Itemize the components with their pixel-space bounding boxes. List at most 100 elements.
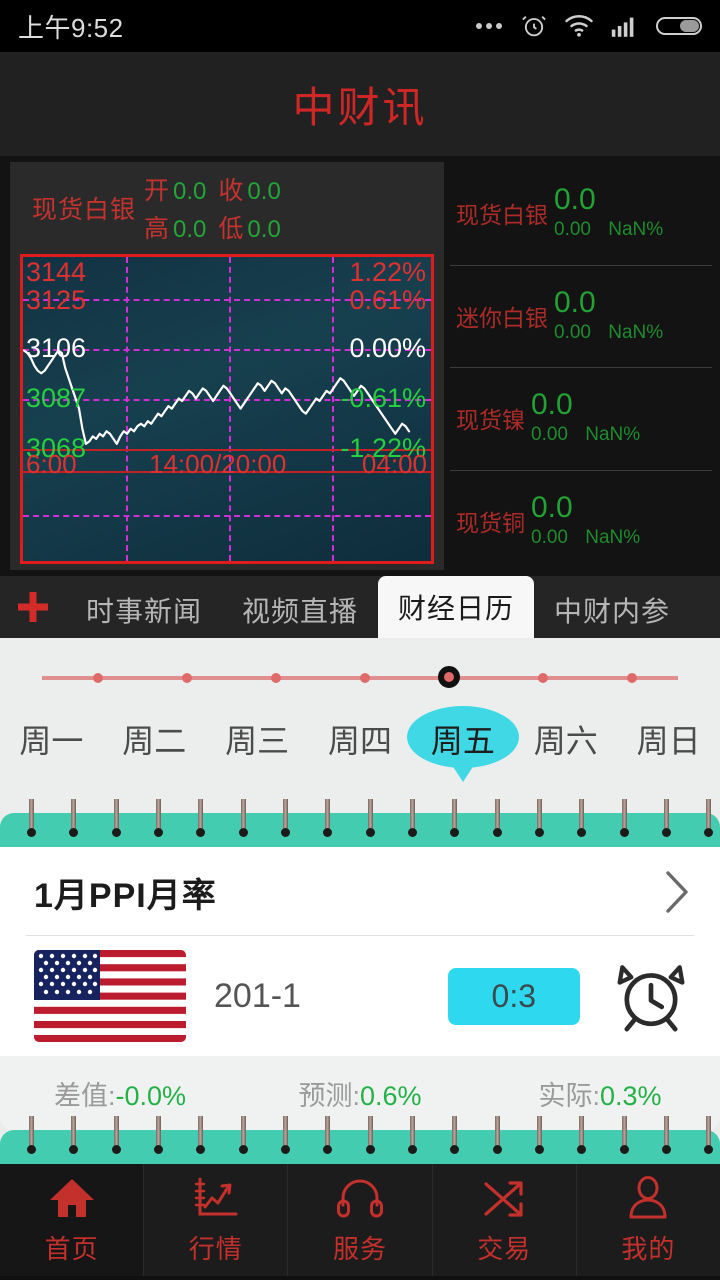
chart-instrument-name: 现货白银 [32,196,137,224]
stat-diff: 差值:-0.0% [0,1074,240,1113]
week-day-sun[interactable]: 周日 [617,704,720,774]
binder-ring [577,799,587,837]
ticker-row[interactable]: 现货白银 0.0 0.00 NaN% [450,162,712,265]
week-day-wed[interactable]: 周三 [206,704,309,774]
chart-icon [192,1175,240,1221]
chart-y-label: 3125 [26,285,87,315]
binder-ring [450,1116,460,1154]
binder-ring [662,799,672,837]
binder-ring [111,1116,121,1154]
ticker-row[interactable]: 现货镍 0.0 0.00 NaN% [450,367,712,470]
chevron-right-icon[interactable] [660,867,694,917]
week-day-sat[interactable]: 周六 [514,704,617,774]
event-title-row[interactable]: 1月PPI月率 [0,847,720,935]
ohlc-label-high: 高 [144,215,170,243]
nav-service[interactable]: 服务 [288,1164,433,1276]
ticker-row[interactable]: 现货铜 0.0 0.00 NaN% [450,469,712,573]
chart-pct-label: 0.00% [349,333,426,363]
price-chart[interactable]: 3144 3125 3106 3087 3068 1.22% 0.61% 0.0… [20,254,434,564]
ohlc-label-open: 开 [144,177,170,205]
week-day-tue[interactable]: 周二 [103,704,206,774]
tab-live[interactable]: 视频直播 [222,582,378,638]
binder-ring [450,799,460,837]
nav-trade-label: 交易 [477,1233,532,1264]
signal-icon [611,17,634,37]
binder-ring [323,799,333,837]
binder-ring [492,1116,502,1154]
binder-ring [69,799,79,837]
binder-bar-bottom [0,1116,720,1164]
ticker-pct: NaN% [608,219,664,241]
ticker-name: 现货白银 [456,202,548,229]
alarm-clock-icon[interactable] [608,953,694,1039]
stat-forecast: 预测:0.6% [240,1074,480,1113]
binder-ring [619,1116,629,1154]
week-slider-knob[interactable] [438,666,461,688]
binder-ring [196,1116,206,1154]
ticker-price: 0.0 [531,490,573,524]
binder-ring [577,1116,587,1154]
binder-ring [111,799,121,837]
binder-ring [407,799,417,837]
nav-quotes[interactable]: 行情 [144,1164,289,1276]
chart-card[interactable]: 现货白银 开 0.0 收 0.0 高 0.0 低 0.0 3144 3125 3… [10,162,444,570]
nav-home-label: 首页 [44,1233,99,1264]
person-icon [624,1175,672,1221]
calendar-section: 周一 周二 周三 周四 周五 周六 周日 1月PPI月率 201-1 0:3 差… [0,638,720,1164]
ticker-name: 现货铜 [456,509,525,536]
ohlc-value-low: 0.0 [247,216,281,243]
add-tab-button[interactable] [0,576,66,638]
ticker-price: 0.0 [554,183,596,217]
event-stats: 差值:-0.0% 预测:0.6% 实际:0.3% [0,1056,720,1130]
ticker-change: 0.00 [554,321,591,343]
binder-ring [238,799,248,837]
ticker-change: 0.00 [554,219,591,241]
us-flag-icon [34,950,186,1042]
chart-gridline-h [23,515,431,517]
chart-x-label: 04:00 [361,449,427,479]
ohlc-label-low: 低 [218,215,244,243]
binder-ring [662,1116,672,1154]
nav-trade[interactable]: 交易 [433,1164,577,1276]
plus-icon [18,592,48,622]
ticker-row[interactable]: 迷你白银 0.0 0.00 NaN% [450,264,712,368]
week-track-dot [627,673,638,683]
binder-ring [153,799,163,837]
more-dots-icon [476,23,502,29]
ticker-change: 0.00 [531,526,568,548]
week-selector[interactable]: 周一 周二 周三 周四 周五 周六 周日 [0,638,720,813]
ticker-pct: NaN% [608,321,664,343]
week-track[interactable] [42,666,678,688]
nav-service-label: 服务 [333,1233,388,1264]
binder-ring [69,1116,79,1154]
tab-calendar[interactable]: 财经日历 [378,576,535,638]
ticker-pct: NaN% [585,526,641,548]
stat-actual-label: 实际: [538,1080,600,1111]
binder-ring [280,1116,290,1154]
week-track-dot [270,673,281,683]
binder-ring [407,1116,417,1154]
page-title: 中财讯 [292,83,428,131]
chart-y-label: 3144 [26,257,87,287]
chart-y-label: 3087 [26,383,87,413]
week-day-fri[interactable]: 周五 [406,704,519,774]
status-icon-tray [476,12,702,40]
tab-news[interactable]: 时事新闻 [66,582,222,638]
nav-home[interactable]: 首页 [0,1164,145,1276]
binder-ring [280,799,290,837]
binder-ring [535,1116,545,1154]
event-card[interactable]: 1月PPI月率 201-1 0:3 差值:-0.0% 预测:0.6% 实际:0.… [0,847,720,1130]
ticker-name: 迷你白银 [456,304,548,331]
binder-ring [704,799,714,837]
stat-actual: 实际:0.3% [480,1074,720,1113]
binder-ring [26,799,36,837]
countdown-badge[interactable]: 0:3 [447,967,580,1025]
chart-x-label: 14:00/20:00 [149,449,287,479]
tab-insider[interactable]: 中财内参 [534,582,690,638]
week-day-thu[interactable]: 周四 [309,704,412,774]
nav-profile[interactable]: 我的 [577,1164,720,1276]
week-day-mon[interactable]: 周一 [0,704,103,774]
week-track-dot [92,673,103,683]
shuffle-icon [480,1175,528,1221]
chart-pct-label: -0.61% [340,383,426,413]
